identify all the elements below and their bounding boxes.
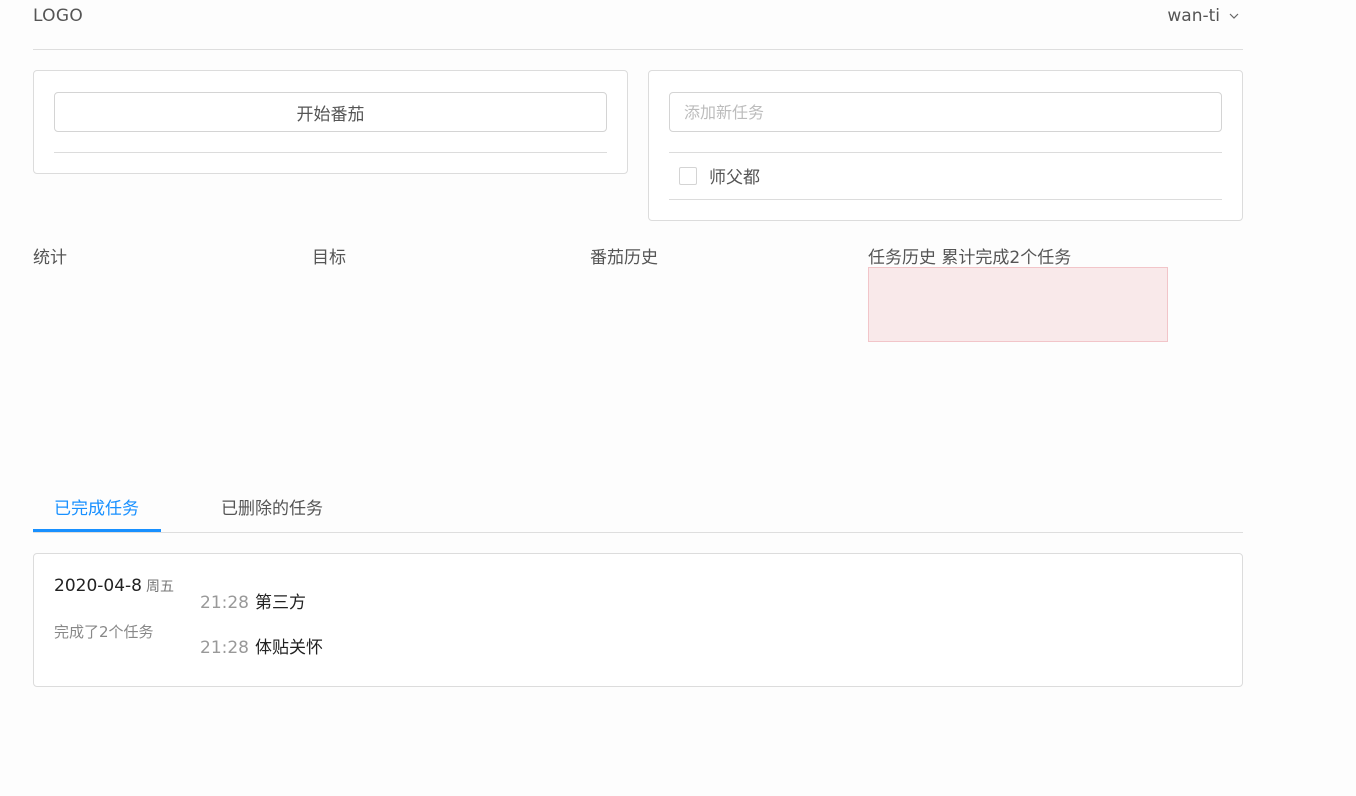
history-day-card: 2020-04-8 周五 完成了2个任务 21:28 第三方 21:28 体贴关怀 bbox=[33, 553, 1243, 687]
tab-completed-tasks[interactable]: 已完成任务 bbox=[54, 494, 139, 519]
page: LOGO wan-ti 开始番茄 师父都 统计 目标 番茄历史 任务历史 累计完… bbox=[33, 0, 1243, 687]
statistics-heading: 统计 bbox=[33, 248, 67, 268]
day-summary: 完成了2个任务 bbox=[54, 623, 154, 641]
task-time: 21:28 bbox=[200, 593, 249, 613]
todo-checkbox[interactable] bbox=[679, 166, 697, 185]
task-history-heading: 任务历史 累计完成2个任务 bbox=[868, 248, 1072, 268]
new-task-input[interactable] bbox=[669, 92, 1222, 132]
task-history-chart bbox=[868, 267, 1168, 342]
pomodoro-card: 开始番茄 bbox=[33, 70, 628, 174]
user-menu[interactable]: wan-ti bbox=[1167, 6, 1243, 26]
day-date: 2020-04-8 周五 bbox=[54, 576, 174, 596]
todo-item[interactable]: 师父都 bbox=[679, 163, 760, 188]
start-pomodoro-button[interactable]: 开始番茄 bbox=[54, 92, 607, 132]
history-tabs: 已完成任务 已删除的任务 bbox=[33, 482, 1243, 533]
logo: LOGO bbox=[33, 6, 84, 26]
todo-card: 师父都 bbox=[648, 70, 1243, 221]
pomodoro-history-heading: 番茄历史 bbox=[590, 248, 658, 268]
top-panels: 开始番茄 师父都 bbox=[33, 50, 1243, 230]
task-time: 21:28 bbox=[200, 638, 249, 658]
tab-deleted-tasks[interactable]: 已删除的任务 bbox=[221, 494, 323, 519]
goal-heading: 目标 bbox=[312, 248, 346, 268]
task-text: 第三方 bbox=[255, 593, 306, 613]
todo-item-label: 师父都 bbox=[709, 168, 760, 188]
divider bbox=[669, 152, 1222, 153]
task-text: 体贴关怀 bbox=[255, 638, 323, 658]
chevron-down-icon[interactable] bbox=[1229, 11, 1239, 21]
weekday-text: 周五 bbox=[145, 579, 174, 595]
app-header: LOGO wan-ti bbox=[33, 0, 1243, 50]
list-item: 21:28 第三方 bbox=[200, 588, 306, 613]
username[interactable]: wan-ti bbox=[1167, 6, 1220, 26]
stats-row: 统计 目标 番茄历史 任务历史 累计完成2个任务 bbox=[33, 243, 1243, 343]
active-tab-indicator bbox=[33, 529, 161, 532]
divider bbox=[669, 199, 1222, 200]
date-text: 2020-04-8 bbox=[54, 576, 142, 596]
list-item: 21:28 体贴关怀 bbox=[200, 633, 323, 658]
divider bbox=[54, 152, 607, 153]
